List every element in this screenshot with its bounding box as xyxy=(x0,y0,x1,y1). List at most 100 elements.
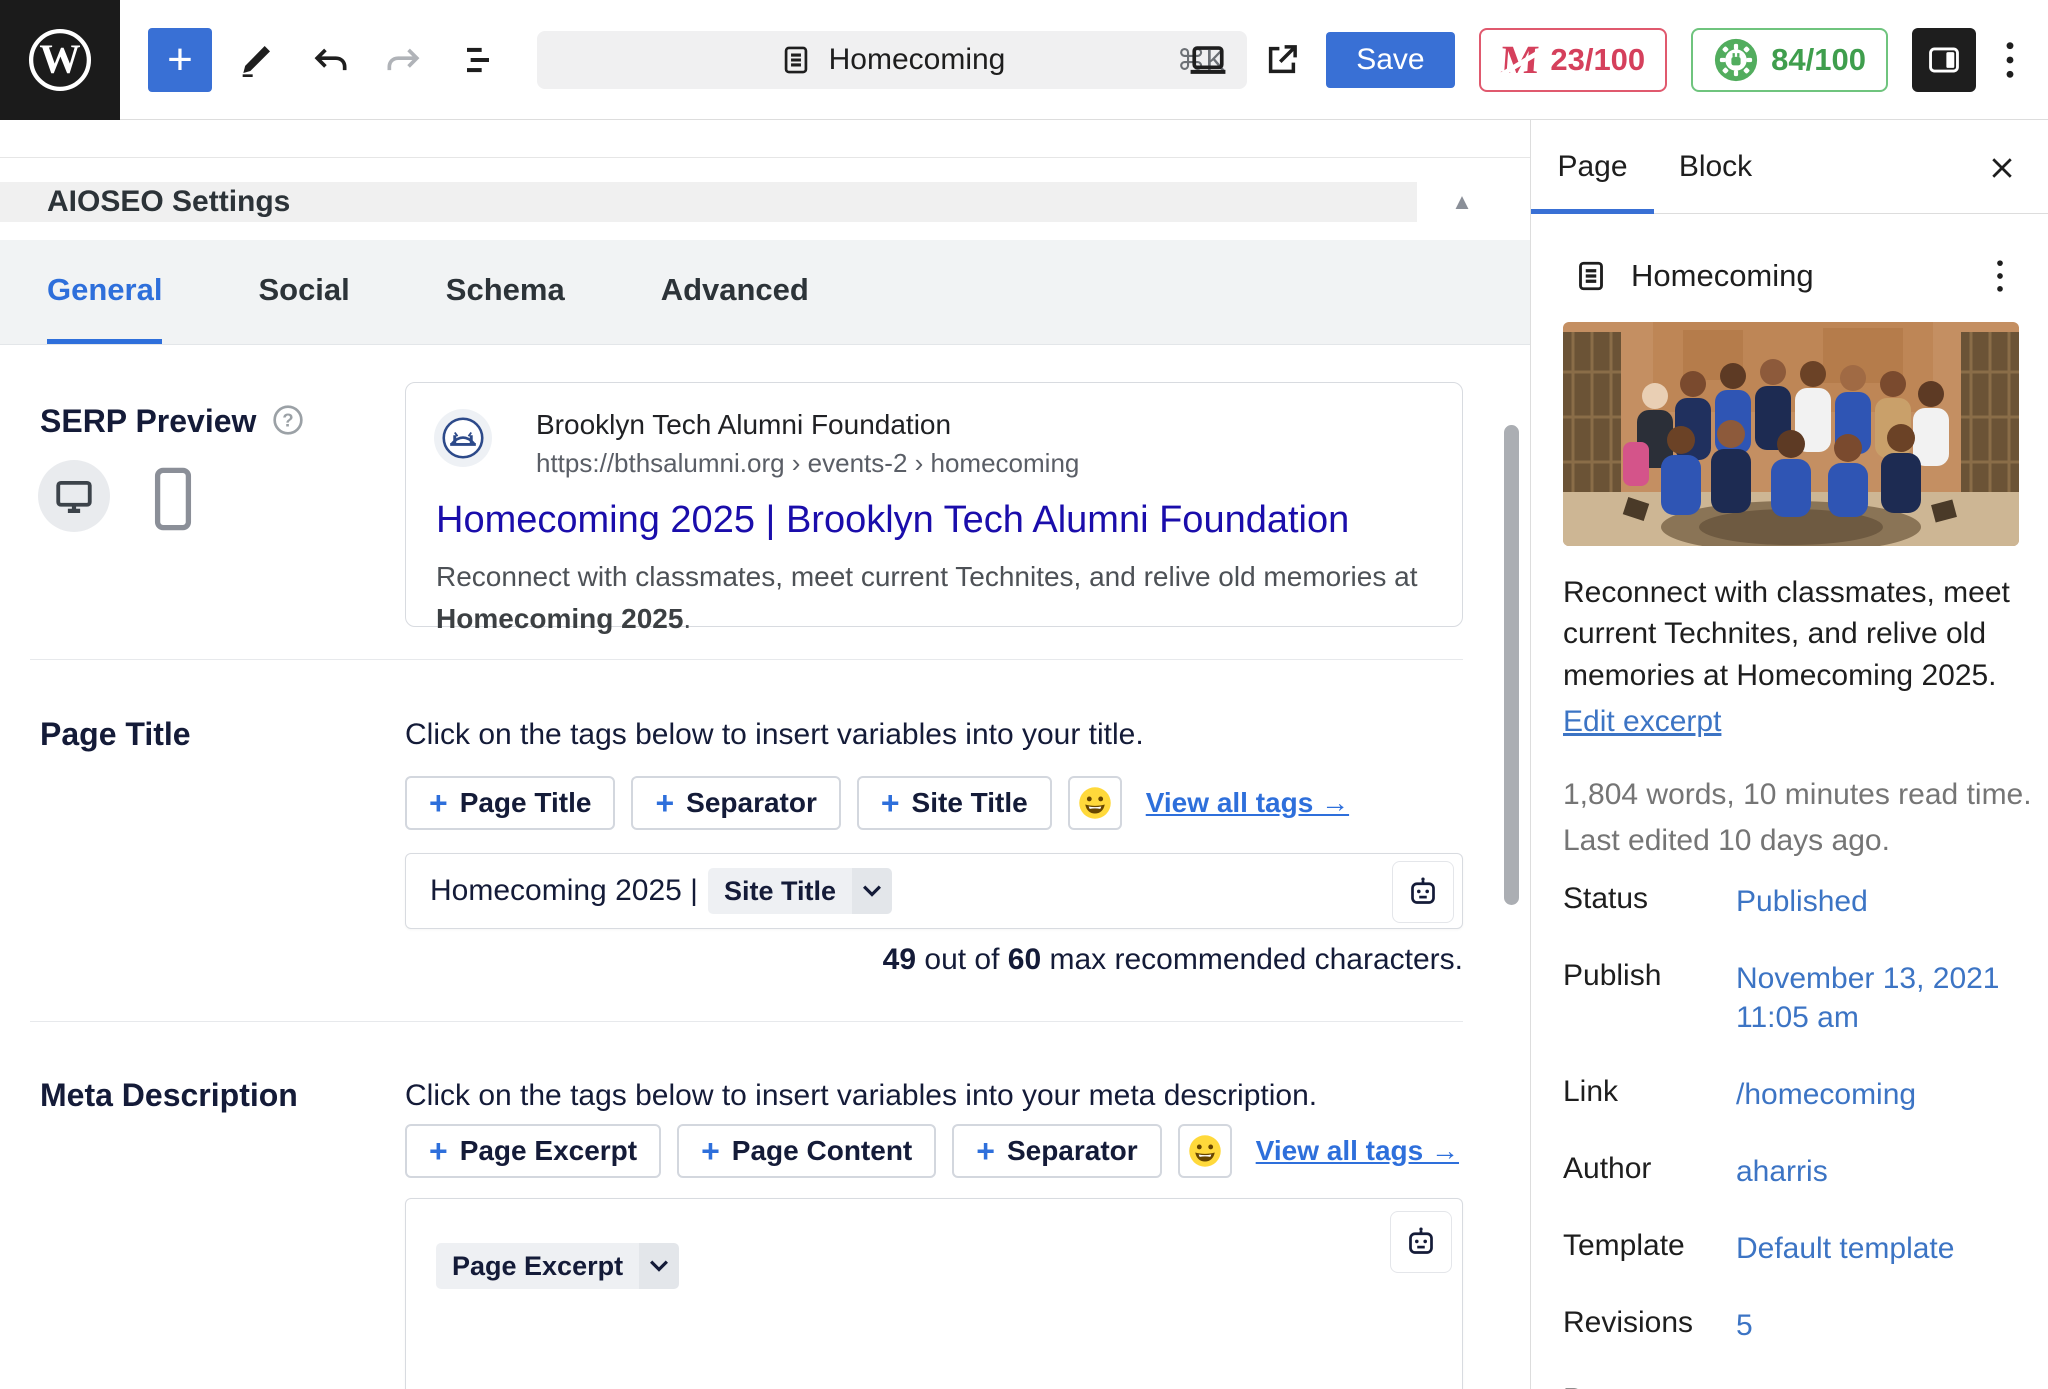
page-title-helper: Click on the tags below to insert variab… xyxy=(405,718,1144,751)
collapse-arrow-icon[interactable]: ▲ xyxy=(1440,182,1484,222)
edit-excerpt-link[interactable]: Edit excerpt xyxy=(1563,705,1721,739)
editor-canvas: AIOSEO Settings ▲ General Social Schema … xyxy=(0,120,1530,1389)
view-site-icon[interactable] xyxy=(1252,30,1312,90)
add-page-content-tag-button[interactable]: + Page Content xyxy=(677,1124,937,1178)
field-row-publish: Publish November 13, 2021 11:05 am xyxy=(1563,959,2023,1037)
excerpt-text: Reconnect with classmates, meet current … xyxy=(1563,576,2010,692)
page-options-icon[interactable] xyxy=(1978,246,2022,306)
options-menu-icon[interactable] xyxy=(1988,30,2032,90)
tab-general[interactable]: General xyxy=(47,240,163,344)
plus-icon: + xyxy=(976,1133,995,1169)
field-label: Publish xyxy=(1563,959,1662,992)
parent-value-link[interactable]: EVENTS xyxy=(1736,1383,2023,1389)
aioseo-score-badge[interactable]: 84/100 xyxy=(1691,28,1888,92)
divider xyxy=(30,659,1463,660)
add-page-excerpt-tag-button[interactable]: + Page Excerpt xyxy=(405,1124,662,1178)
author-value-link[interactable]: aharris xyxy=(1736,1152,2023,1191)
block-inserter-button[interactable]: + xyxy=(148,27,212,92)
template-value-link[interactable]: Default template xyxy=(1736,1229,2023,1268)
featured-image[interactable] xyxy=(1563,322,2019,546)
tab-block[interactable]: Block xyxy=(1654,120,1777,213)
aioseo-settings-header[interactable]: AIOSEO Settings xyxy=(0,182,1417,222)
emoji-picker-button[interactable] xyxy=(1067,776,1122,830)
truseo-icon: M xyxy=(1499,37,1540,82)
word-count-text: 1,804 words, 10 minutes read time. xyxy=(1563,778,2032,811)
field-row-link: Link /homecoming xyxy=(1563,1075,2023,1114)
meta-description-input[interactable]: Page Excerpt xyxy=(405,1198,1463,1389)
field-row-revisions: Revisions 5 xyxy=(1563,1306,2023,1345)
smiley-icon xyxy=(1078,787,1111,819)
aioseo-score-value: 84/100 xyxy=(1771,42,1866,77)
svg-text:W: W xyxy=(39,35,80,81)
desktop-preview-button[interactable] xyxy=(38,460,110,532)
tab-page[interactable]: Page xyxy=(1531,120,1654,214)
plus-icon: + xyxy=(429,785,448,821)
save-button[interactable]: Save xyxy=(1326,32,1455,88)
plus-icon: + xyxy=(701,1133,720,1169)
field-label: Template xyxy=(1563,1229,1685,1262)
tab-schema[interactable]: Schema xyxy=(446,240,565,344)
divider xyxy=(0,157,1530,158)
plus-icon: + xyxy=(429,1133,448,1169)
wordpress-editor: W + Homecoming ⌘K Save M 23/100 84/100 A… xyxy=(0,0,2048,1389)
sidebar-icon xyxy=(1929,47,1959,73)
mobile-preview-button[interactable] xyxy=(152,466,194,537)
editor-toolbar: W + Homecoming ⌘K Save M 23/100 84/100 xyxy=(0,0,2048,120)
revisions-value-link[interactable]: 5 xyxy=(1736,1306,2023,1345)
view-all-tags-link[interactable]: View all tags → xyxy=(1146,787,1349,819)
page-title-label: Page Title xyxy=(40,716,191,752)
add-page-title-tag-button[interactable]: + Page Title xyxy=(405,776,616,830)
document-title: Homecoming xyxy=(1631,258,1814,293)
add-site-title-tag-button[interactable]: + Site Title xyxy=(856,776,1052,830)
character-counter: 49 out of 60 max recommended characters. xyxy=(882,943,1463,976)
settings-sidebar: Page Block Homecoming Reconnect with cla… xyxy=(1530,120,2048,1389)
command-bar-title: Homecoming xyxy=(828,43,1006,76)
scrollbar[interactable] xyxy=(1504,425,1519,905)
undo-icon[interactable] xyxy=(300,30,360,90)
meta-description-tag-row: + Page Excerpt + Page Content + Separator V… xyxy=(405,1124,1459,1178)
page-title-tag-row: + Page Title + Separator + Site Title View … xyxy=(405,776,1349,830)
document-summary-row: Homecoming xyxy=(1531,244,2048,308)
document-icon xyxy=(779,43,813,77)
wordpress-icon: W xyxy=(28,28,92,91)
meta-description-helper: Click on the tags below to insert variab… xyxy=(405,1079,1318,1112)
field-label: Revisions xyxy=(1563,1306,1694,1339)
tab-advanced[interactable]: Advanced xyxy=(661,240,809,344)
serp-description: Reconnect with classmates, meet current … xyxy=(436,561,1418,634)
tab-social[interactable]: Social xyxy=(258,240,349,344)
truseo-score-badge[interactable]: M 23/100 xyxy=(1478,28,1668,92)
plus-icon: + xyxy=(880,785,900,821)
page-title-value: Homecoming 2025 | xyxy=(430,874,698,907)
add-separator-tag-button[interactable]: + Separator xyxy=(952,1124,1162,1178)
preview-icon[interactable] xyxy=(1178,30,1238,90)
meta-description-label: Meta Description xyxy=(40,1077,298,1113)
site-title-tag-pill[interactable]: Site Title xyxy=(707,868,892,914)
page-excerpt-tag-pill[interactable]: Page Excerpt xyxy=(436,1243,680,1289)
ai-generator-button[interactable] xyxy=(1392,861,1454,923)
field-row-template: Template Default template xyxy=(1563,1229,2023,1268)
publish-value-link[interactable]: November 13, 2021 11:05 am xyxy=(1736,959,2023,1037)
tools-pencil-icon[interactable] xyxy=(226,30,286,90)
add-separator-tag-button[interactable]: + Separator xyxy=(631,776,841,830)
link-value-link[interactable]: /homecoming xyxy=(1736,1075,2023,1114)
field-row-author: Author aharris xyxy=(1563,1152,2023,1191)
plus-icon: + xyxy=(655,785,675,821)
field-label: Status xyxy=(1563,882,1649,915)
phone-icon xyxy=(154,467,192,531)
serp-site-name: Brooklyn Tech Alumni Foundation xyxy=(536,409,952,440)
field-label: Author xyxy=(1563,1152,1652,1185)
field-label: Link xyxy=(1563,1075,1619,1108)
view-all-tags-link[interactable]: View all tags → xyxy=(1256,1135,1459,1167)
svg-text:?: ? xyxy=(283,410,294,431)
close-icon[interactable] xyxy=(1980,146,2024,190)
ai-generator-button[interactable] xyxy=(1390,1211,1452,1273)
status-value-link[interactable]: Published xyxy=(1736,882,2023,921)
command-bar[interactable]: Homecoming ⌘K xyxy=(537,31,1247,89)
wordpress-logo[interactable]: W xyxy=(0,0,120,120)
settings-sidebar-toggle[interactable] xyxy=(1912,28,1976,92)
smiley-icon xyxy=(1188,1135,1221,1167)
page-title-input[interactable]: Homecoming 2025 | Site Title xyxy=(405,853,1463,929)
emoji-picker-button[interactable] xyxy=(1177,1124,1232,1178)
help-icon[interactable]: ? xyxy=(272,404,304,436)
document-overview-icon[interactable] xyxy=(448,30,508,90)
